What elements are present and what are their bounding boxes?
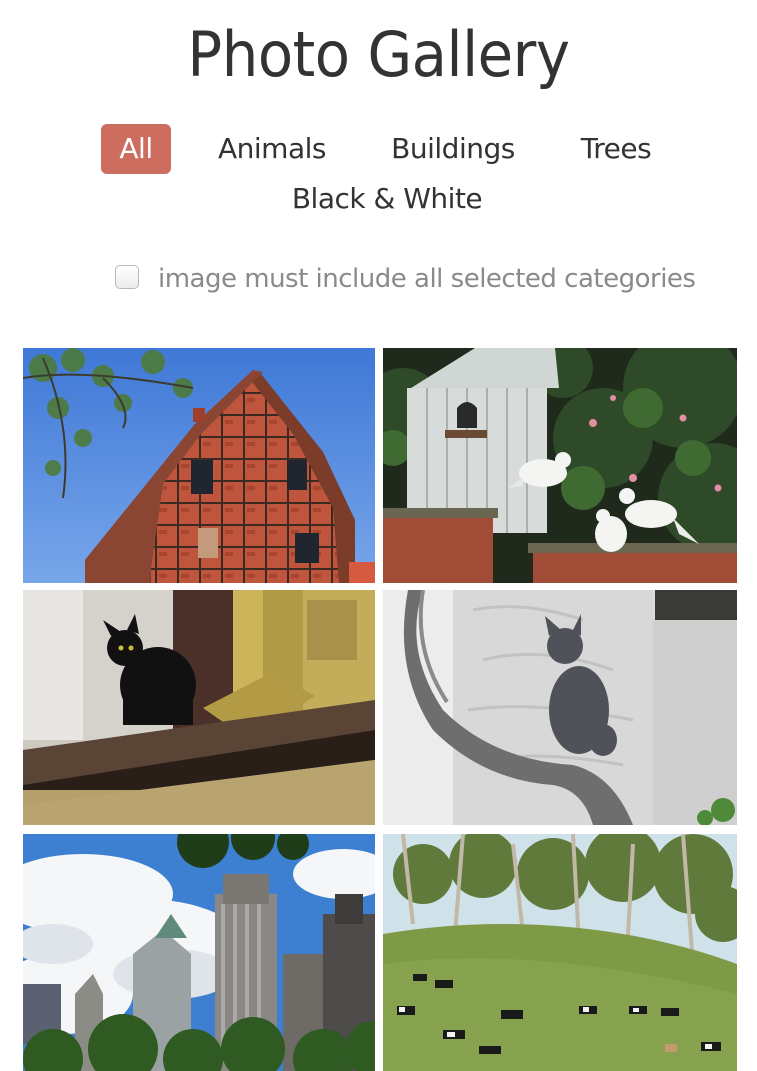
filter-all-button[interactable]: All: [101, 124, 171, 174]
photo-black-cat-ledge[interactable]: [23, 590, 375, 825]
photo-cows-hillside-image: [383, 834, 737, 1071]
filter-black-white-button[interactable]: Black & White: [278, 174, 496, 224]
filter-buildings-button[interactable]: Buildings: [378, 124, 528, 174]
match-all-option: image must include all selected categori…: [0, 262, 757, 302]
photo-cows-hillside[interactable]: [383, 834, 737, 1071]
photo-doves-dovecote-image: [383, 348, 737, 583]
match-all-checkbox[interactable]: [115, 265, 139, 289]
photo-half-timbered-house-image: [23, 348, 375, 583]
filter-trees-button[interactable]: Trees: [566, 124, 666, 174]
photo-half-timbered-house[interactable]: [23, 348, 375, 583]
photo-doves-dovecote[interactable]: [383, 348, 737, 583]
photo-gray-cat-branch-image: [383, 590, 737, 825]
photo-gray-cat-branch[interactable]: [383, 590, 737, 825]
photo-black-cat-ledge-image: [23, 590, 375, 825]
page-title: Photo Gallery: [187, 18, 570, 91]
filter-animals-button[interactable]: Animals: [205, 124, 339, 174]
match-all-label: image must include all selected categori…: [158, 264, 696, 294]
photo-city-skyline-image: [23, 834, 375, 1071]
photo-city-skyline[interactable]: [23, 834, 375, 1071]
